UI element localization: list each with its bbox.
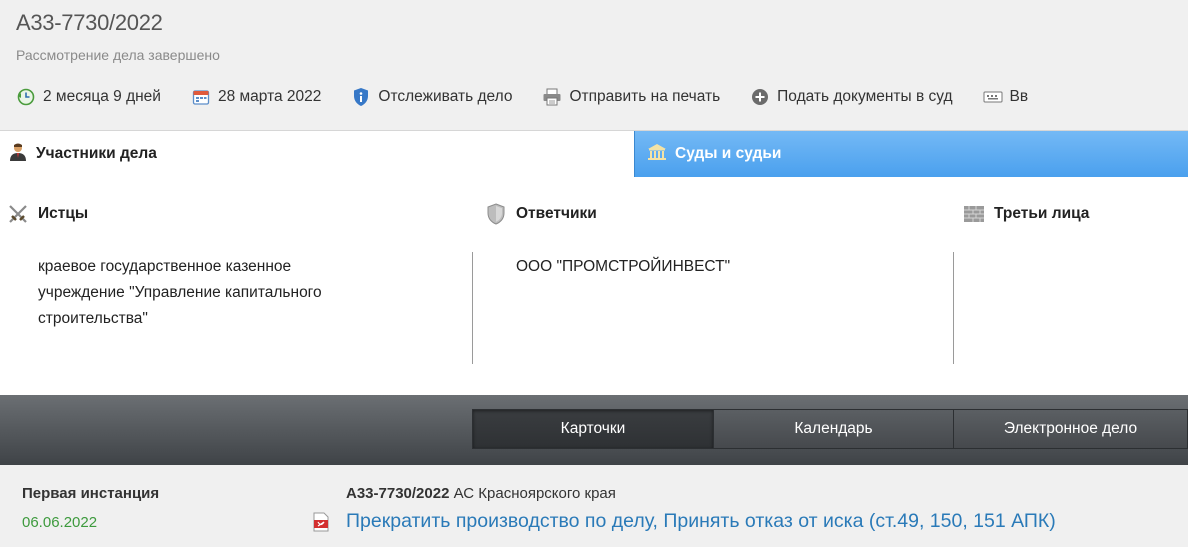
tab-electronic-case[interactable]: Электронное дело [953,409,1188,449]
case-reference: А33-7730/2022 [346,485,450,502]
defendant-name[interactable]: ООО "ПРОМСТРОЙИНВЕСТ" [516,254,730,280]
defendants-title: Ответчики [516,205,597,222]
date-item: 28 марта 2022 [191,87,321,107]
tab-calendar[interactable]: Календарь [713,409,954,449]
court-line: А33-7730/2022 АС Красноярского края [346,485,616,502]
instance-title: Первая инстанция [22,485,160,502]
case-status: Рассмотрение дела завершено [16,47,220,63]
crossed-swords-icon [6,202,30,226]
case-number: А33-7730/2022 [16,10,163,35]
decision-text: Прекратить производство по делу, Принять… [346,510,1056,532]
more-label: Вв [1009,88,1029,105]
calendar-icon [191,87,211,107]
person-icon [8,142,28,167]
plaintiffs-title: Истцы [38,205,89,222]
tab-participants[interactable]: Участники дела [0,131,634,177]
column-divider [472,252,473,364]
more-button[interactable]: Вв [983,87,1029,107]
tab-participants-label: Участники дела [36,145,157,162]
case-header: А33-7730/2022 Рассмотрение дела завершен… [0,0,1188,131]
third-parties-heading: Третьи лица [962,202,1089,226]
instance-date: 06.06.2022 [22,514,98,531]
plaintiff-line-3: строительства" [38,310,148,327]
track-case-label: Отслеживать дело [378,88,513,105]
instance-row: Первая инстанция 06.06.2022 А33-7730/202… [0,465,1188,547]
clock-back-icon [16,87,36,107]
date-label: 28 марта 2022 [217,88,322,105]
courthouse-icon [647,143,667,166]
submit-documents-button[interactable]: Подать документы в суд [750,87,953,107]
shield-icon [484,202,508,226]
court-name: АС Красноярского края [453,485,616,502]
section-tabs: Участники дела Суды и судьи [0,131,1188,177]
duration-label: 2 месяца 9 дней [43,88,161,105]
plaintiff-name[interactable]: краевое государственное казенное учрежде… [38,254,322,332]
printer-icon [542,87,562,107]
third-parties-title: Третьи лица [994,205,1090,222]
print-label: Отправить на печать [569,88,721,105]
plaintiff-line-1: краевое государственное казенное [38,258,292,275]
plaintiff-line-2: учреждение "Управление капитального [38,284,322,301]
defendants-heading: Ответчики [484,202,597,226]
keyboard-icon [983,87,1003,107]
submit-documents-label: Подать документы в суд [777,88,953,105]
duration-item: 2 месяца 9 дней [16,87,161,107]
shield-info-icon [351,87,371,107]
decision-link[interactable]: Прекратить производство по делу, Принять… [312,510,1056,533]
tab-courts-label: Суды и судьи [675,145,782,162]
tab-cards[interactable]: Карточки [472,409,714,449]
print-button[interactable]: Отправить на печать [542,87,720,107]
tab-courts[interactable]: Суды и судьи [634,131,1188,177]
brick-wall-icon [962,202,986,226]
pdf-icon [312,512,332,532]
track-case-button[interactable]: Отслеживать дело [351,87,512,107]
column-divider [953,252,954,364]
view-tabs-bar: Карточки Календарь Электронное дело [0,395,1188,465]
plaintiffs-heading: Истцы [6,202,88,226]
case-toolbar: 2 месяца 9 дней 28 марта 2022 Отслеживат… [16,86,1058,108]
plus-circle-icon [750,87,770,107]
